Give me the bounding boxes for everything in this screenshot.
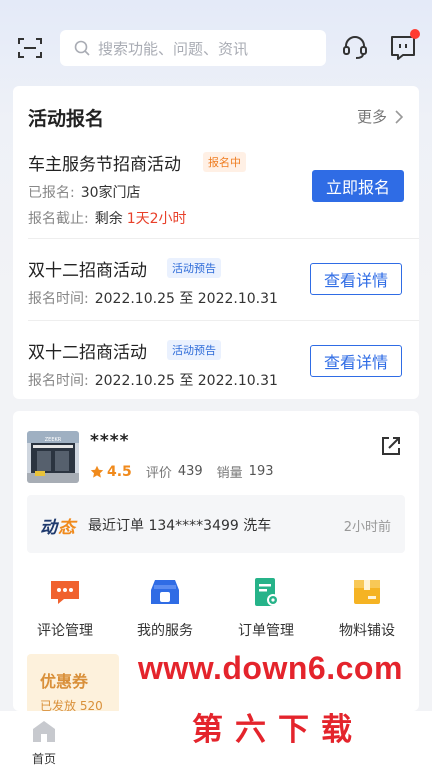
activity-name: 车主服务节招商活动	[28, 155, 181, 175]
chevron-right-icon	[395, 109, 403, 124]
scan-icon[interactable]	[17, 36, 43, 60]
review-count: 439	[177, 464, 203, 479]
view-details-button[interactable]: 查看详情	[310, 263, 402, 295]
material-icon	[354, 580, 380, 604]
search-placeholder: 搜索功能、问题、资讯	[98, 39, 249, 58]
home-icon	[33, 721, 55, 742]
deadline-info: 报名截止: 剩余 1天2小时	[28, 211, 187, 227]
comment-manage-icon	[51, 581, 79, 604]
registered-info: 已报名: 30家门店	[28, 185, 141, 201]
my-service-icon	[151, 580, 179, 604]
coupon-tile[interactable]: 优惠券 已发放 520	[27, 654, 119, 714]
view-details-button[interactable]: 查看详情	[310, 345, 402, 377]
watermark-cn: 第六下载	[192, 712, 364, 748]
feed-logo: 动态	[40, 518, 76, 538]
status-badge: 报名中	[203, 152, 246, 172]
status-badge: 活动预告	[167, 340, 221, 360]
watermark: www.down6.com 第六下载	[118, 640, 432, 750]
activity-feed[interactable]: 动态 最近订单 134****3499 洗车 2小时前	[27, 495, 405, 553]
order-manage-label: 订单管理	[238, 623, 294, 639]
comment-manage-label: 评论管理	[37, 623, 93, 639]
activity-card: 活动报名 更多 车主服务节招商活动 报名中 已报名: 30家门店 报名截止: 剩余 1…	[13, 86, 419, 399]
activity-item: 双十二招商活动 活动预告 报名时间: 2022.10.25 至 2022.10.3…	[13, 254, 419, 314]
top-bar: 搜索功能、问题、资讯	[0, 0, 432, 84]
feed-text: 最近订单 134****3499 洗车	[88, 518, 272, 534]
search-icon	[74, 40, 90, 56]
activity-item: 车主服务节招商活动 报名中 已报名: 30家门店 报名截止: 剩余 1天2小时 立即报…	[13, 148, 419, 238]
feed-time: 2小时前	[343, 520, 391, 535]
my-service-label: 我的服务	[137, 623, 193, 639]
registration-time: 报名时间: 2022.10.25 至 2022.10.31	[28, 373, 278, 389]
more-label: 更多	[356, 108, 387, 126]
watermark-url: www.down6.com	[138, 650, 403, 686]
tab-home[interactable]: 首页	[27, 719, 61, 767]
star-icon	[90, 465, 104, 478]
order-manage-icon	[255, 578, 279, 606]
search-input[interactable]: 搜索功能、问题、资讯	[60, 30, 326, 66]
coupon-title: 优惠券	[40, 672, 89, 691]
activity-item: 双十二招商活动 活动预告 报名时间: 2022.10.25 至 2022.10.3…	[13, 336, 419, 396]
shop-stats: 4.5 评价 439 销量 193	[90, 462, 288, 481]
review-label: 评价	[145, 466, 172, 481]
shortcut-grid: 评论管理 我的服务 订单管理 物料铺设	[13, 576, 419, 639]
svg-text:ZEEKR: ZEEKR	[45, 437, 62, 443]
activity-title: 活动报名	[28, 108, 105, 130]
divider	[28, 238, 419, 239]
sales-label: 销量	[216, 466, 243, 481]
status-badge: 活动预告	[167, 258, 221, 278]
material-entry[interactable]: 物料铺设	[327, 576, 407, 640]
comment-manage-entry[interactable]: 评论管理	[25, 576, 105, 640]
registration-time: 报名时间: 2022.10.25 至 2022.10.31	[28, 291, 278, 307]
my-service-entry[interactable]: 我的服务	[125, 576, 205, 640]
activity-name: 双十二招商活动	[28, 343, 147, 363]
more-link[interactable]: 更多	[357, 106, 403, 127]
order-manage-entry[interactable]: 订单管理	[226, 576, 306, 640]
register-now-button[interactable]: 立即报名	[312, 170, 404, 202]
notification-dot	[410, 29, 420, 39]
headset-icon[interactable]	[341, 33, 369, 61]
shop-rating: 4.5	[107, 463, 132, 480]
shop-name: ****	[90, 431, 130, 451]
tab-home-label: 首页	[31, 752, 56, 766]
share-icon[interactable]	[380, 435, 402, 457]
activity-name: 双十二招商活动	[28, 261, 147, 281]
material-label: 物料铺设	[339, 623, 395, 639]
shop-photo[interactable]: ZEEKR	[27, 431, 79, 483]
sales-count: 193	[248, 464, 274, 479]
divider	[28, 320, 419, 321]
